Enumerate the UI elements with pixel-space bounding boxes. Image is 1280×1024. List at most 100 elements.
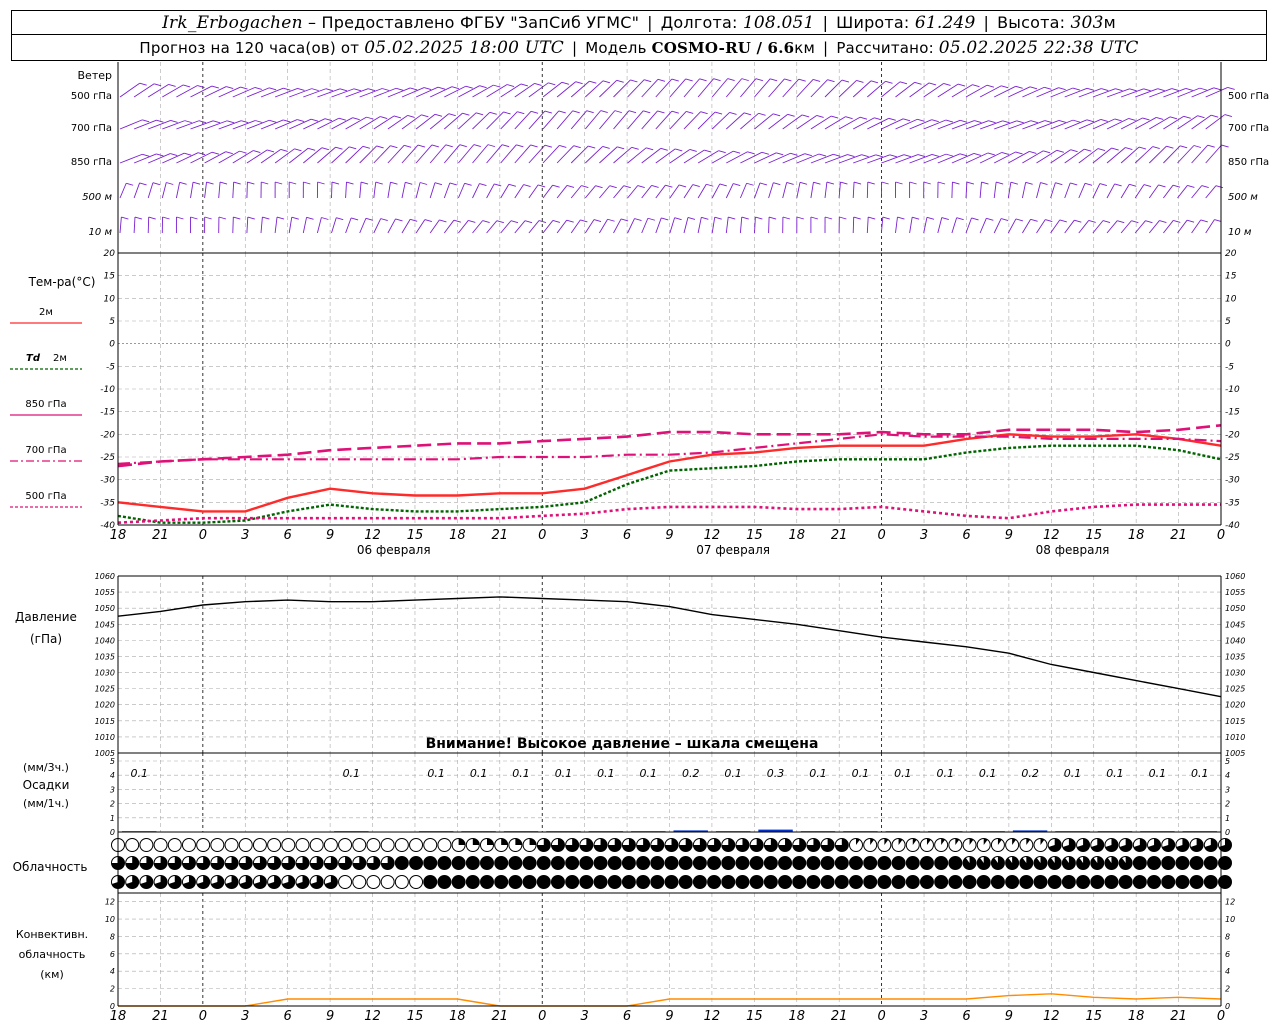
wind-barb-flag: [706, 183, 714, 187]
wind-barb-flag: [885, 80, 893, 84]
wind-barb: [599, 146, 618, 164]
wind-barb-flag: [912, 216, 920, 220]
cloud-symbol: [323, 838, 338, 852]
wind-barb-flag: [233, 181, 241, 185]
wind-barb-flag: [306, 216, 314, 220]
wind-barb-flag: [630, 79, 638, 83]
wind-barb-flag: [283, 119, 291, 123]
wind-barb: [542, 145, 560, 164]
wind-barb-flag: [148, 216, 156, 220]
wind-barb: [584, 146, 603, 164]
wind-barb-flag: [1015, 85, 1023, 89]
wind-barb-flag: [184, 120, 192, 124]
cloud-symbol-full: [1147, 856, 1161, 870]
wind-barb-flag: [142, 153, 150, 157]
cloud-symbol-full: [1161, 875, 1175, 889]
wind-barb-flag: [395, 218, 403, 222]
wind-barb: [556, 110, 574, 130]
wind-barb-flag: [233, 216, 241, 220]
wind-barb-flag: [206, 181, 214, 185]
cloud-symbol: [380, 875, 395, 889]
cloud-symbol: [224, 838, 239, 852]
cloud-symbol-full: [409, 856, 423, 870]
cloud-symbol-full: [849, 875, 863, 889]
wind-barb-flag: [276, 216, 285, 220]
wind-barb: [853, 154, 876, 164]
cloud-symbol-full: [665, 856, 678, 870]
wind-barb-flag: [637, 185, 645, 189]
wind-barb-flag: [986, 84, 995, 88]
cloud-symbol-full: [948, 856, 962, 870]
cloud-symbol: [309, 838, 324, 852]
precip-value-label: 0.1: [1191, 767, 1209, 780]
time-tick-label: 6: [962, 1009, 970, 1024]
wind-barb-flag: [960, 119, 968, 123]
wind-barb-flag: [714, 111, 723, 115]
wind-barb-flag: [888, 117, 896, 121]
wind-barb: [500, 144, 517, 164]
wind-barb: [683, 217, 689, 234]
cloud-symbol: [409, 875, 424, 889]
cloud-symbol: [423, 838, 438, 852]
wind-barb-flag: [261, 181, 269, 185]
pres-y-tick-right: 1020: [1225, 701, 1245, 710]
temp-y-tick: -10: [100, 385, 115, 395]
wind-barb-flag: [847, 154, 855, 157]
wind-barb: [542, 110, 560, 130]
time-tick-label: 18: [110, 1009, 127, 1024]
wind-barb: [570, 145, 589, 164]
cloud-symbol-full: [466, 875, 480, 889]
cloud-symbol-full: [1062, 875, 1076, 889]
wind-barb-flag: [845, 116, 853, 120]
cloud-symbol-full: [1048, 875, 1062, 889]
wind-barb-flag: [628, 110, 637, 114]
wind-barb-flag: [943, 83, 951, 86]
wind-barb-flag: [1086, 119, 1094, 123]
precip-value-label: 0.3: [767, 767, 785, 780]
wind-barb-flag: [275, 181, 283, 185]
wind-barb-flag: [787, 113, 795, 117]
wind-barb-flag: [487, 144, 496, 148]
wind-barb-flag: [367, 88, 376, 92]
wind-barb-flag: [987, 152, 995, 156]
cloud-symbol-full: [494, 856, 508, 870]
wind-barb-flag: [417, 144, 426, 148]
wind-barb: [345, 217, 352, 234]
precip-value-label: 0.1: [1106, 767, 1124, 780]
wind-barb: [979, 120, 1003, 130]
cloud-symbol-fill: [487, 838, 494, 845]
precip-value-label: 0.1: [130, 767, 148, 780]
wind-barb-flag: [665, 184, 673, 188]
wind-barb-flag: [421, 114, 429, 118]
wind-barb: [852, 181, 855, 199]
wind-level-label-right: 850 гПа: [1228, 157, 1269, 168]
wind-barb-flag: [1097, 148, 1106, 152]
wind-barb: [373, 182, 377, 199]
wind-barb-flag: [434, 113, 443, 117]
wind-barb: [232, 181, 235, 199]
conv-y-tick: 0: [110, 1002, 115, 1011]
precip-y-tick: 5: [110, 757, 115, 766]
cloud-symbol-full: [1034, 875, 1047, 889]
wind-barb: [331, 217, 337, 234]
wind-barb-flag: [595, 185, 603, 189]
wind-barb-flag: [988, 120, 996, 124]
wind-barb-flag: [423, 87, 432, 91]
wind-barb-flag: [827, 79, 835, 83]
wind-barb-flag: [239, 150, 247, 154]
cloud-symbol-full: [466, 856, 480, 870]
wind-barb-flag: [1186, 219, 1195, 223]
wind-barb: [909, 217, 913, 234]
wind-barb-flag: [410, 87, 418, 91]
time-tick-label: 18: [1128, 528, 1145, 543]
cloud-symbol-full: [1204, 875, 1218, 889]
cloud-symbol-full: [920, 856, 934, 870]
wind-barb-flag: [325, 88, 333, 92]
wind-barb: [218, 182, 221, 199]
time-tick-label: 9: [326, 1009, 334, 1024]
time-tick-label: 9: [326, 528, 334, 543]
precip-value-label: 0.1: [470, 767, 488, 780]
wind-barb-flag: [473, 144, 481, 148]
wind-barb-flag: [494, 183, 502, 187]
wind-barb: [768, 182, 774, 199]
